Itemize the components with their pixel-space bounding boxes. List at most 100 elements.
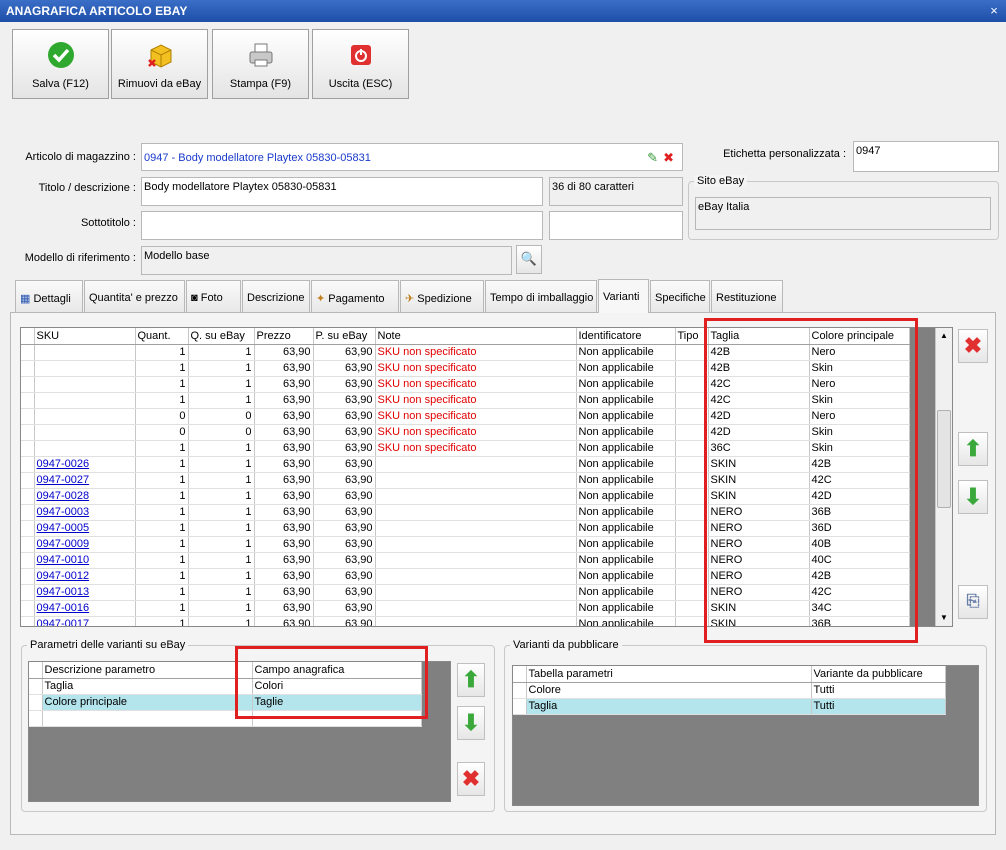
move-down-button[interactable]: ⬇ [958, 480, 988, 514]
remove-box-icon [147, 44, 171, 68]
edit-icon[interactable]: ✎ [647, 150, 658, 166]
ebay-quantity: 1 [188, 472, 255, 489]
publish-grid[interactable]: Tabella parametri Variante da pubblicare … [512, 665, 979, 806]
articolo-value: 0947 - Body modellatore Playtex 05830-05… [144, 152, 371, 164]
variants-col-header[interactable]: Identificatore [576, 328, 676, 345]
etichetta-label: Etichetta personalizzata : [723, 148, 846, 160]
sku-link[interactable]: 0947-0003 [34, 504, 136, 521]
sku-link[interactable]: 0947-0013 [34, 584, 136, 601]
tab-foto[interactable]: ◙ Foto [186, 280, 241, 312]
variants-col-header[interactable]: Prezzo [254, 328, 314, 345]
variants-col-header[interactable]: Q. su eBay [188, 328, 255, 345]
search-model-button[interactable]: 🔍 [516, 245, 542, 274]
scroll-up-arrow[interactable]: ▲ [936, 328, 952, 344]
tab-label: Quantita' e prezzo [89, 292, 178, 304]
publish-title: Varianti da pubblicare [510, 639, 622, 651]
sku-link[interactable]: 0947-0012 [34, 568, 136, 585]
tab-restituzione[interactable]: Restituzione [711, 280, 783, 312]
quantity: 1 [135, 344, 189, 361]
tab-label: Pagamento [328, 293, 385, 305]
sku-link[interactable]: 0947-0016 [34, 600, 136, 617]
save-button[interactable]: Salva (F12) [12, 29, 109, 99]
price: 63,90 [254, 408, 314, 425]
titolo-label: Titolo / descrizione : [38, 182, 136, 194]
sku-link[interactable]: 0947-0009 [34, 536, 136, 553]
sku-link[interactable]: 0947-0026 [34, 456, 136, 473]
ebay-quantity: 1 [188, 456, 255, 473]
param-up-button[interactable]: ⬆ [457, 663, 485, 697]
ebay-quantity: 0 [188, 408, 255, 425]
sku-link [34, 440, 136, 457]
identifier: Non applicabile [576, 600, 676, 617]
variants-col-header[interactable]: Note [375, 328, 577, 345]
tab-spedizione[interactable]: ✈ Spedizione [400, 280, 484, 312]
note: SKU non specificato [375, 424, 577, 441]
sito-ebay-value: eBay Italia [695, 197, 991, 230]
etichetta-field[interactable]: 0947 [853, 141, 999, 172]
variants-col-header[interactable]: P. su eBay [313, 328, 376, 345]
publish-row[interactable]: Colore Tutti [513, 682, 946, 699]
tab-dettagli[interactable]: ▦ Dettagli [15, 280, 83, 312]
print-button[interactable]: Stampa (F9) [212, 29, 309, 99]
exit-button[interactable]: Uscita (ESC) [312, 29, 409, 99]
price: 63,90 [254, 616, 314, 626]
row-indicator [21, 488, 35, 505]
price: 63,90 [254, 520, 314, 537]
tab-label: Specifiche [655, 292, 706, 304]
articolo-field[interactable]: 0947 - Body modellatore Playtex 05830-05… [141, 143, 683, 171]
tab-descrizione[interactable]: Descrizione [242, 280, 310, 312]
tab-specifiche[interactable]: Specifiche [650, 280, 710, 312]
sku-link[interactable]: 0947-0017 [34, 616, 136, 626]
sku-link[interactable]: 0947-0028 [34, 488, 136, 505]
ebay-price: 63,90 [313, 616, 376, 626]
calendar-icon: ▦ [20, 293, 31, 305]
titolo-field[interactable]: Body modellatore Playtex 05830-05831 [141, 177, 543, 206]
arrow-up-icon: ⬆ [963, 436, 983, 461]
note [375, 472, 577, 489]
tab-varianti[interactable]: Varianti [598, 279, 649, 313]
note [375, 616, 577, 626]
close-button[interactable]: × [986, 3, 1002, 18]
publish-variant: Tutti [811, 698, 946, 715]
tab-pagamento[interactable]: ✦ Pagamento [311, 280, 399, 312]
remove-from-ebay-button[interactable]: Rimuovi da eBay [111, 29, 208, 99]
param-down-button[interactable]: ⬇ [457, 706, 485, 740]
identifier: Non applicabile [576, 504, 676, 521]
sku-link[interactable]: 0947-0005 [34, 520, 136, 537]
scroll-thumb[interactable] [937, 410, 951, 508]
move-up-button[interactable]: ⬆ [958, 432, 988, 466]
row-indicator [21, 616, 35, 626]
highlight-box [235, 646, 428, 719]
variants-col-header[interactable]: Quant. [135, 328, 189, 345]
row-indicator [21, 424, 35, 441]
delete-icon: ✖ [461, 766, 481, 791]
exit-icon [350, 45, 371, 65]
identifier: Non applicabile [576, 552, 676, 569]
tab-quantita[interactable]: Quantita' e prezzo [84, 280, 185, 312]
price: 63,90 [254, 504, 314, 521]
publish-variant: Tutti [811, 682, 946, 699]
variants-col-header[interactable]: SKU [34, 328, 136, 345]
sku-link[interactable]: 0947-0027 [34, 472, 136, 489]
arrow-down-icon: ⬇ [963, 484, 983, 509]
variants-scrollbar[interactable]: ▲ ▼ [935, 328, 952, 626]
price: 63,90 [254, 600, 314, 617]
save-label: Salva (F12) [32, 78, 89, 90]
note: SKU non specificato [375, 392, 577, 409]
identifier: Non applicabile [576, 360, 676, 377]
sku-link [34, 408, 136, 425]
publish-row-selected[interactable]: Taglia Tutti [513, 698, 946, 715]
tab-tempo-imballaggio[interactable]: Tempo di imballaggio [485, 280, 597, 312]
sku-link[interactable]: 0947-0010 [34, 552, 136, 569]
copy-variant-button[interactable]: ⎘ [958, 585, 988, 619]
scroll-down-arrow[interactable]: ▼ [936, 610, 952, 626]
ebay-price: 63,90 [313, 456, 376, 473]
param-delete-button[interactable]: ✖ [457, 762, 485, 796]
quantity: 1 [135, 456, 189, 473]
tab-label: Restituzione [716, 292, 777, 304]
quantity: 1 [135, 536, 189, 553]
delete-variant-button[interactable]: ✖ [958, 329, 988, 363]
row-indicator [21, 536, 35, 553]
clear-icon[interactable]: ✖ [663, 150, 674, 166]
sottotitolo-field[interactable] [141, 211, 543, 240]
